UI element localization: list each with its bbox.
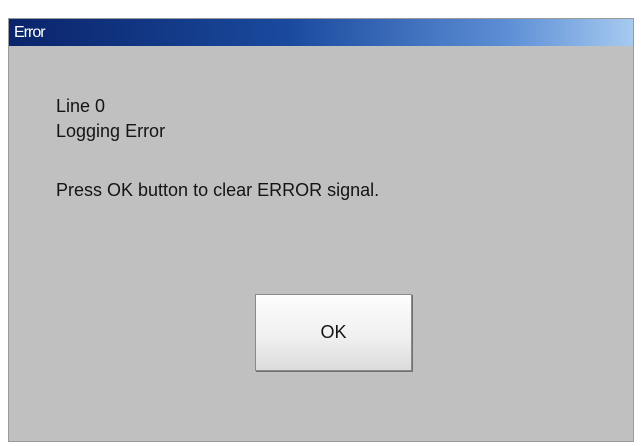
title-bar[interactable]: Error [9,19,633,46]
message-instruction: Press OK button to clear ERROR signal. [56,180,380,200]
dialog-title: Error [14,24,46,41]
error-dialog: Error Line 0 Logging Error Press OK butt… [8,18,634,442]
message-error-type: Logging Error [56,121,166,141]
ok-button[interactable]: OK [255,294,412,371]
message-line-number: Line 0 [56,96,106,116]
